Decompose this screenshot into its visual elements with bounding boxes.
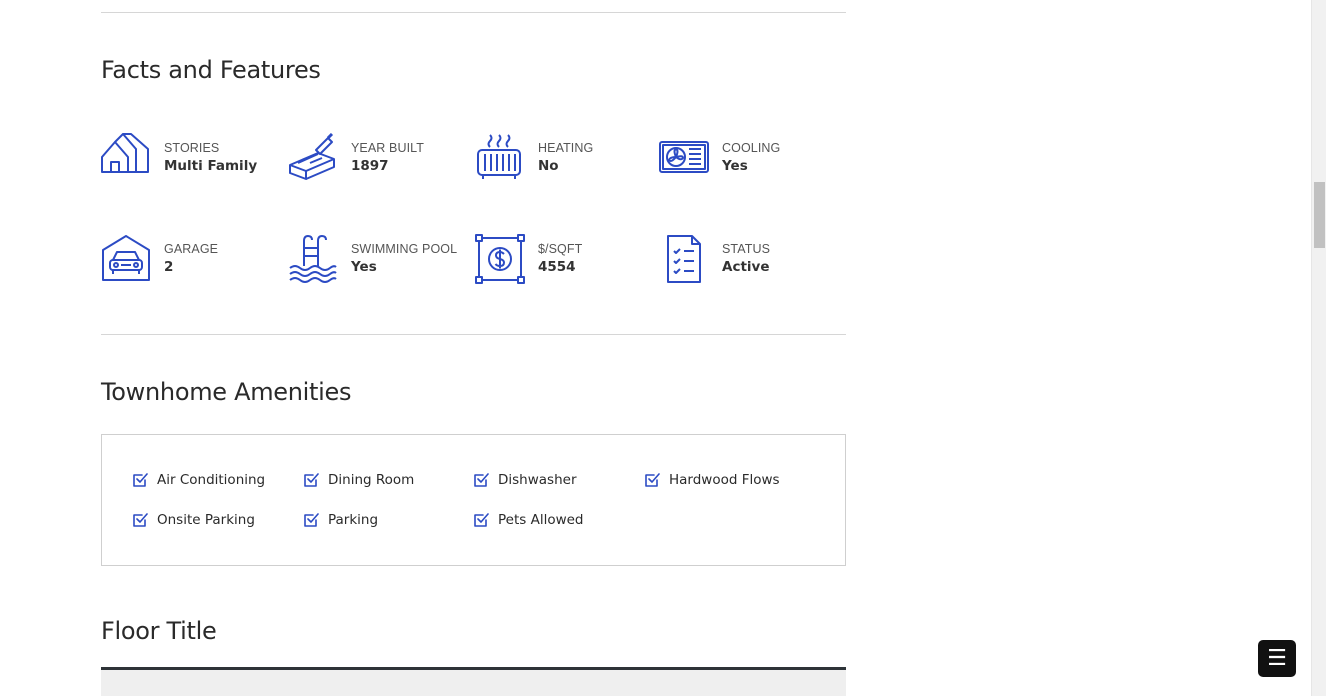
fact-label: $/SQFT: [538, 242, 583, 256]
scrollbar-thumb[interactable]: [1314, 182, 1325, 248]
checkbox-checked-icon: [132, 512, 148, 528]
section-divider: [101, 334, 846, 335]
air-conditioner-icon: [659, 133, 709, 183]
garage-car-icon: [101, 234, 151, 284]
amenity-item: Hardwood Flows: [644, 470, 780, 490]
fact-value: Yes: [722, 158, 748, 174]
menu-button[interactable]: ☰: [1258, 640, 1296, 677]
amenity-label: Pets Allowed: [498, 512, 584, 528]
checkbox-checked-icon: [644, 472, 660, 488]
fact-price-per-sqft: $/SQFT 4554: [475, 234, 582, 284]
fact-cooling: COOLING Yes: [659, 133, 780, 183]
fact-value: 2: [164, 259, 174, 275]
amenity-label: Hardwood Flows: [669, 472, 780, 488]
amenities-section-title: Townhome Amenities: [101, 378, 352, 406]
brick-trowel-icon: [288, 133, 338, 183]
amenity-item: Parking: [303, 510, 378, 530]
fact-status: STATUS Active: [659, 234, 770, 284]
fact-value: Active: [722, 259, 770, 275]
checkbox-checked-icon: [303, 472, 319, 488]
fact-value: 4554: [538, 259, 576, 275]
amenity-label: Air Conditioning: [157, 472, 266, 488]
fact-label: SWIMMING POOL: [351, 242, 458, 256]
hamburger-menu-icon: ☰: [1267, 645, 1287, 671]
amenities-list: Air Conditioning Dining Room Dishwasher: [101, 434, 846, 566]
dollar-area-icon: [475, 234, 525, 284]
checkbox-checked-icon: [473, 472, 489, 488]
fact-heating: HEATING No: [475, 133, 593, 183]
fact-value: No: [538, 158, 559, 174]
fact-label: STORIES: [164, 141, 220, 155]
amenity-label: Dishwasher: [498, 472, 577, 488]
amenity-label: Onsite Parking: [157, 512, 255, 528]
checkbox-checked-icon: [473, 512, 489, 528]
amenity-label: Parking: [328, 512, 379, 528]
fact-stories: STORIES Multi Family: [101, 133, 257, 183]
pool-ladder-icon: [288, 234, 338, 284]
amenity-item: Pets Allowed: [473, 510, 584, 530]
fact-value: Yes: [351, 259, 377, 275]
amenity-item: Dining Room: [303, 470, 414, 490]
page-scrollbar[interactable]: [1311, 0, 1326, 696]
fact-label: HEATING: [538, 141, 594, 155]
fact-garage: GARAGE 2: [101, 234, 218, 284]
amenity-label: Dining Room: [328, 472, 415, 488]
fact-label: COOLING: [722, 141, 781, 155]
checkbox-checked-icon: [132, 472, 148, 488]
top-divider: [101, 12, 846, 13]
fact-swimming-pool: SWIMMING POOL Yes: [288, 234, 457, 284]
radiator-icon: [475, 133, 525, 183]
amenity-item: Onsite Parking: [132, 510, 255, 530]
amenity-item: Air Conditioning: [132, 470, 265, 490]
floor-accordion-header[interactable]: [101, 670, 846, 696]
checklist-icon: [659, 234, 709, 284]
fact-label: YEAR BUILT: [351, 141, 425, 155]
checkbox-checked-icon: [303, 512, 319, 528]
amenity-item: Dishwasher: [473, 470, 577, 490]
fact-year-built: YEAR BUILT 1897: [288, 133, 424, 183]
fact-label: STATUS: [722, 242, 771, 256]
fact-value: Multi Family: [164, 158, 258, 174]
fact-label: GARAGE: [164, 242, 219, 256]
floor-section-title: Floor Title: [101, 617, 217, 645]
fact-value: 1897: [351, 158, 389, 174]
houses-icon: [101, 133, 151, 183]
facts-section-title: Facts and Features: [101, 56, 321, 84]
